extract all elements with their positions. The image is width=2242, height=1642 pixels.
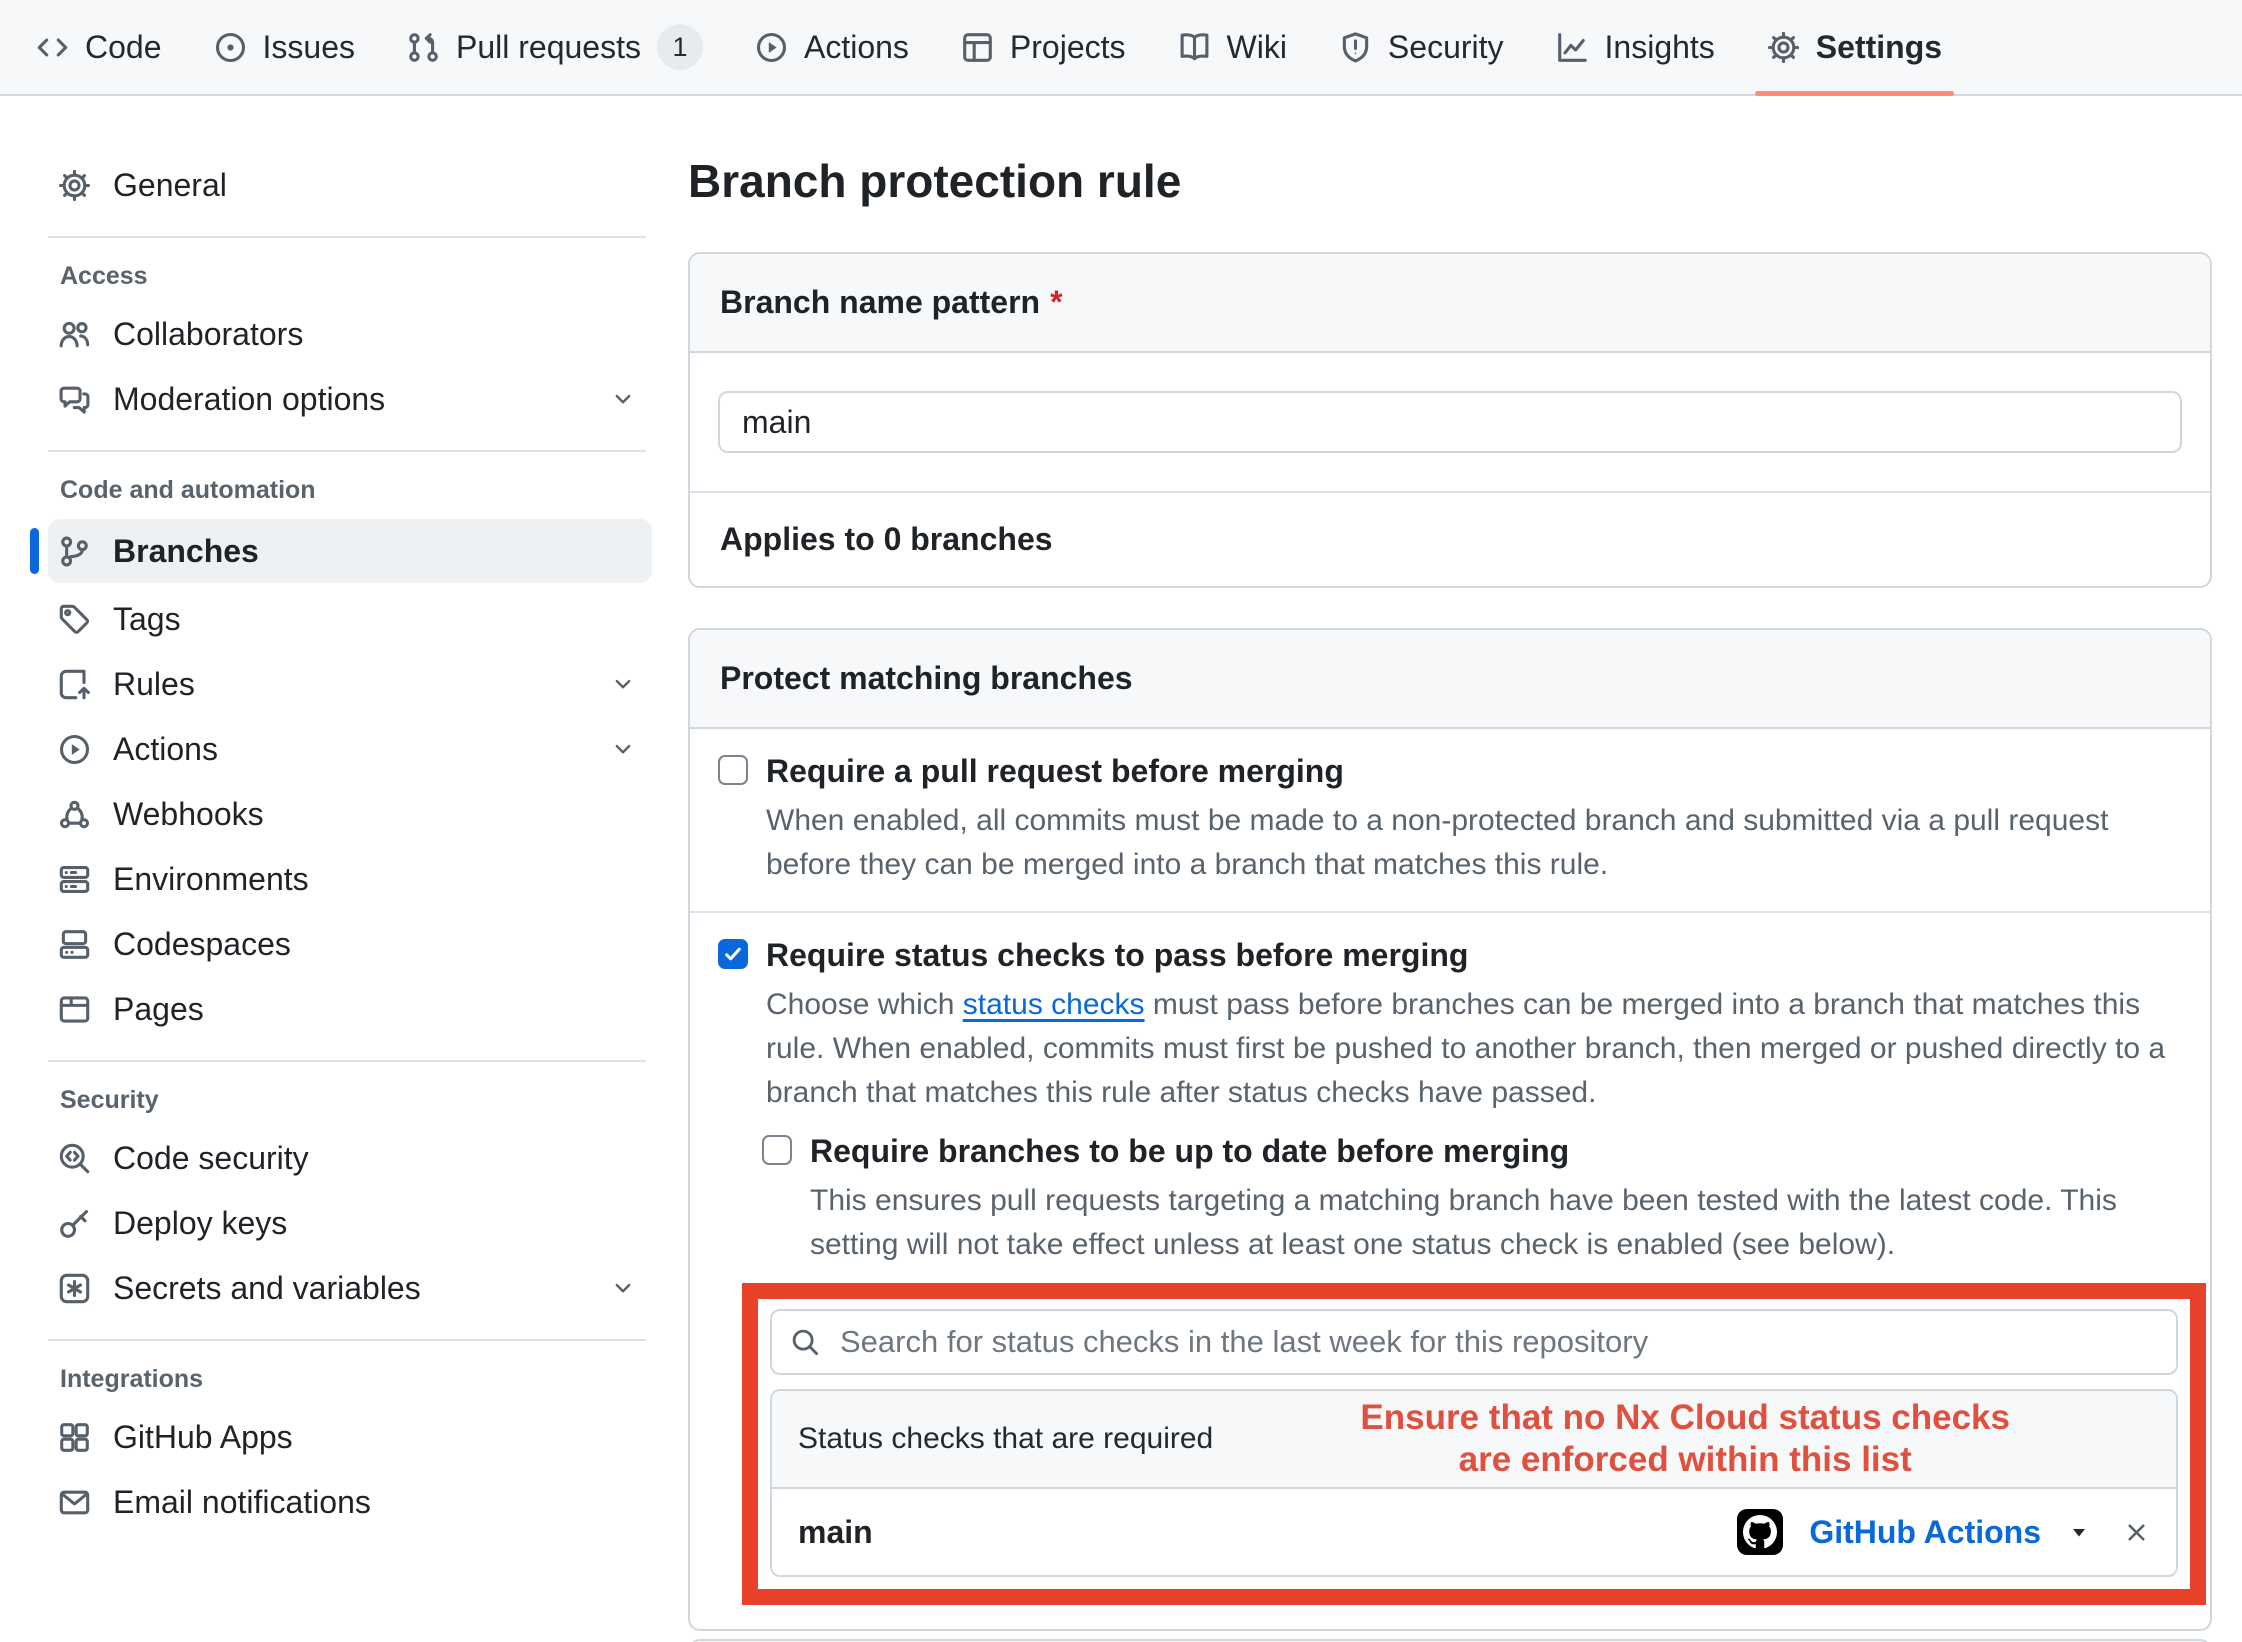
require-up-to-date-checkbox[interactable]: [762, 1135, 792, 1165]
tag-icon: [58, 603, 91, 636]
tab-projects[interactable]: Projects: [939, 0, 1148, 94]
sidebar-item-webhooks[interactable]: Webhooks: [48, 785, 652, 843]
server-icon: [58, 863, 91, 896]
sidebar-item-collaborators[interactable]: Collaborators: [48, 305, 652, 363]
require-pull-request-checkbox[interactable]: [718, 755, 748, 785]
require-status-checks-label: Require status checks to pass before mer…: [766, 933, 1468, 977]
codespaces-icon: [58, 928, 91, 961]
page-title: Branch protection rule: [688, 154, 2212, 208]
sidebar-section-access: Access: [48, 262, 652, 305]
require-pull-request-section: Require a pull request before merging Wh…: [690, 729, 2210, 911]
required-status-checks-list: Status checks that are required Ensure t…: [770, 1389, 2178, 1577]
remove-status-check-icon[interactable]: [2117, 1519, 2150, 1546]
search-icon: [790, 1327, 820, 1357]
tab-pull-requests[interactable]: Pull requests 1: [385, 0, 725, 94]
sidebar-item-codespaces[interactable]: Codespaces: [48, 915, 652, 973]
key-icon: [58, 1207, 91, 1240]
book-icon: [1178, 31, 1211, 64]
annotation-highlight-box: Status checks that are required Ensure t…: [742, 1283, 2206, 1605]
play-icon: [58, 733, 91, 766]
sidebar-section-code-automation: Code and automation: [48, 476, 652, 519]
sidebar-item-rules[interactable]: Rules: [48, 655, 652, 713]
tab-actions[interactable]: Actions: [733, 0, 931, 94]
comment-discussion-icon: [58, 383, 91, 416]
require-up-to-date-section: Require branches to be up to date before…: [762, 1129, 2182, 1267]
branch-name-pattern-header: Branch name pattern*: [690, 254, 2210, 353]
chevron-down-icon: [610, 671, 636, 697]
annotation-text: Ensure that no Nx Cloud status checks ar…: [1360, 1397, 2010, 1481]
require-status-checks-section: Require status checks to pass before mer…: [690, 911, 2210, 1629]
applies-to-branches-text: Applies to 0 branches: [690, 491, 2210, 586]
sidebar-item-moderation-options[interactable]: Moderation options: [48, 370, 652, 428]
codescan-icon: [58, 1142, 91, 1175]
shield-icon: [1339, 31, 1372, 64]
pull-requests-count-badge: 1: [657, 24, 703, 70]
sidebar-divider: [48, 1339, 646, 1341]
main-content: Branch protection rule Branch name patte…: [680, 96, 2242, 1642]
sidebar-item-general[interactable]: General: [48, 156, 652, 214]
sidebar-item-secrets-variables[interactable]: Secrets and variables: [48, 1259, 652, 1317]
require-pull-request-description: When enabled, all commits must be made t…: [766, 799, 2166, 887]
sidebar-item-github-apps[interactable]: GitHub Apps: [48, 1408, 652, 1466]
browser-icon: [58, 993, 91, 1026]
table-icon: [961, 31, 994, 64]
status-checks-list-header: Status checks that are required: [798, 1422, 1213, 1456]
secret-asterisk-icon: [58, 1272, 91, 1305]
people-icon: [58, 318, 91, 351]
sidebar-section-integrations: Integrations: [48, 1365, 652, 1408]
sidebar-item-actions[interactable]: Actions: [48, 720, 652, 778]
git-branch-icon: [58, 535, 91, 568]
tab-security[interactable]: Security: [1317, 0, 1526, 94]
branch-name-pattern-input[interactable]: [718, 391, 2182, 453]
sidebar-item-branches[interactable]: Branches: [48, 519, 652, 583]
tab-settings[interactable]: Settings: [1745, 0, 1964, 94]
gear-icon: [58, 169, 91, 202]
code-icon: [36, 31, 69, 64]
sidebar-divider: [48, 450, 646, 452]
sidebar-item-tags[interactable]: Tags: [48, 590, 652, 648]
git-pull-request-icon: [407, 31, 440, 64]
sidebar-section-security: Security: [48, 1086, 652, 1129]
issue-opened-icon: [214, 31, 247, 64]
webhook-icon: [58, 798, 91, 831]
require-status-checks-checkbox[interactable]: [718, 939, 748, 969]
gear-icon: [1767, 31, 1800, 64]
protect-matching-branches-header: Protect matching branches: [690, 630, 2210, 729]
status-checks-search-input[interactable]: [770, 1309, 2178, 1375]
chevron-dropdown-icon[interactable]: [2067, 1520, 2091, 1544]
require-up-to-date-label: Require branches to be up to date before…: [810, 1129, 1569, 1173]
status-checks-link[interactable]: status checks: [963, 988, 1145, 1021]
github-actions-link[interactable]: GitHub Actions: [1809, 1514, 2041, 1551]
sidebar-item-deploy-keys[interactable]: Deploy keys: [48, 1194, 652, 1252]
mail-icon: [58, 1486, 91, 1519]
tab-issues[interactable]: Issues: [192, 0, 377, 94]
status-check-row: main GitHub Actions: [772, 1489, 2176, 1575]
sidebar-item-environments[interactable]: Environments: [48, 850, 652, 908]
require-up-to-date-description: This ensures pull requests targeting a m…: [810, 1179, 2182, 1267]
tab-wiki[interactable]: Wiki: [1156, 0, 1309, 94]
tab-code[interactable]: Code: [14, 0, 184, 94]
sidebar-item-code-security[interactable]: Code security: [48, 1129, 652, 1187]
tab-insights[interactable]: Insights: [1534, 0, 1737, 94]
rules-icon: [58, 668, 91, 701]
chevron-down-icon: [610, 736, 636, 762]
graph-icon: [1556, 31, 1589, 64]
repo-tab-bar: Code Issues Pull requests 1 Actions Proj…: [0, 0, 2242, 96]
settings-sidebar: General Access Collaborators Moderation …: [0, 96, 680, 1538]
require-pull-request-label: Require a pull request before merging: [766, 749, 1344, 793]
sidebar-divider: [48, 1060, 646, 1062]
sidebar-divider: [48, 236, 646, 238]
play-icon: [755, 31, 788, 64]
require-status-checks-description: Choose which status checks must pass bef…: [766, 983, 2166, 1115]
status-check-name: main: [798, 1514, 873, 1551]
apps-grid-icon: [58, 1421, 91, 1454]
sidebar-item-email-notifications[interactable]: Email notifications: [48, 1473, 652, 1531]
sidebar-item-pages[interactable]: Pages: [48, 980, 652, 1038]
chevron-down-icon: [610, 386, 636, 412]
branch-name-pattern-card: Branch name pattern* Applies to 0 branch…: [688, 252, 2212, 588]
required-asterisk: *: [1050, 284, 1062, 320]
chevron-down-icon: [610, 1275, 636, 1301]
protect-matching-branches-card: Protect matching branches Require a pull…: [688, 628, 2212, 1631]
github-actions-logo: [1737, 1509, 1783, 1555]
